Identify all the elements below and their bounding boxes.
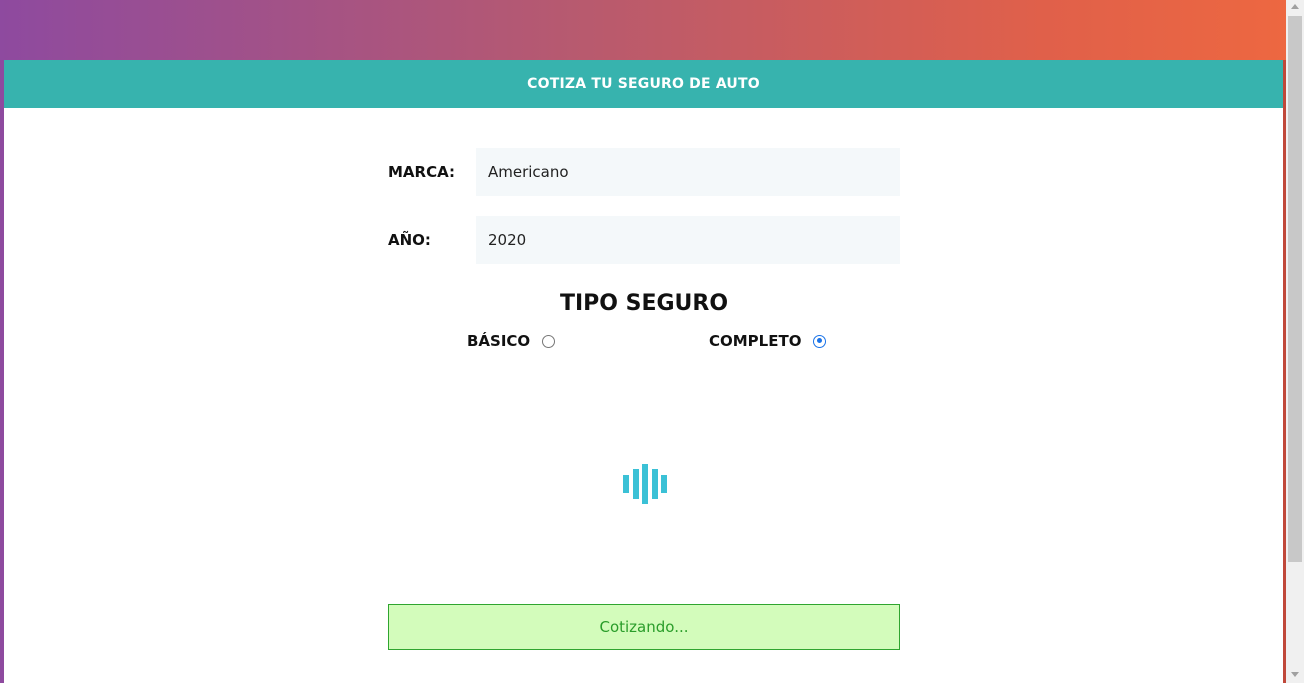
page-title: COTIZA TU SEGURO DE AUTO (527, 76, 760, 92)
anio-select[interactable] (476, 216, 900, 264)
spinner-bar (651, 469, 658, 499)
spinner-bar (661, 475, 667, 493)
spinner-bar (623, 475, 629, 493)
card-header: COTIZA TU SEGURO DE AUTO (4, 60, 1283, 108)
scroll-up-icon[interactable] (1291, 4, 1299, 9)
quote-form: MARCA: AÑO: TIPO SEGURO BÁSICO COMPLETO (388, 148, 900, 364)
basico-option[interactable]: BÁSICO (467, 332, 556, 350)
marca-label: MARCA: (388, 163, 455, 181)
tipo-seguro-options: BÁSICO COMPLETO (388, 324, 900, 364)
spinner-bar (642, 464, 648, 504)
scroll-thumb[interactable] (1288, 16, 1302, 562)
completo-label: COMPLETO (709, 332, 802, 350)
quote-card: COTIZA TU SEGURO DE AUTO MARCA: AÑO: TIP… (4, 60, 1283, 683)
anio-label: AÑO: (388, 231, 431, 249)
vertical-scrollbar[interactable] (1286, 0, 1304, 683)
marca-row: MARCA: (388, 148, 900, 196)
tipo-seguro-title: TIPO SEGURO (559, 291, 729, 316)
spinner-bar (632, 469, 639, 499)
completo-option[interactable]: COMPLETO (709, 332, 827, 350)
basico-radio[interactable] (542, 334, 556, 348)
marca-select[interactable] (476, 148, 900, 196)
basico-label: BÁSICO (467, 332, 531, 350)
status-message: Cotizando... (388, 604, 900, 650)
scroll-down-icon[interactable] (1291, 672, 1299, 677)
completo-radio[interactable] (813, 334, 827, 348)
anio-row: AÑO: (388, 216, 900, 264)
loading-spinner-icon (623, 464, 667, 504)
